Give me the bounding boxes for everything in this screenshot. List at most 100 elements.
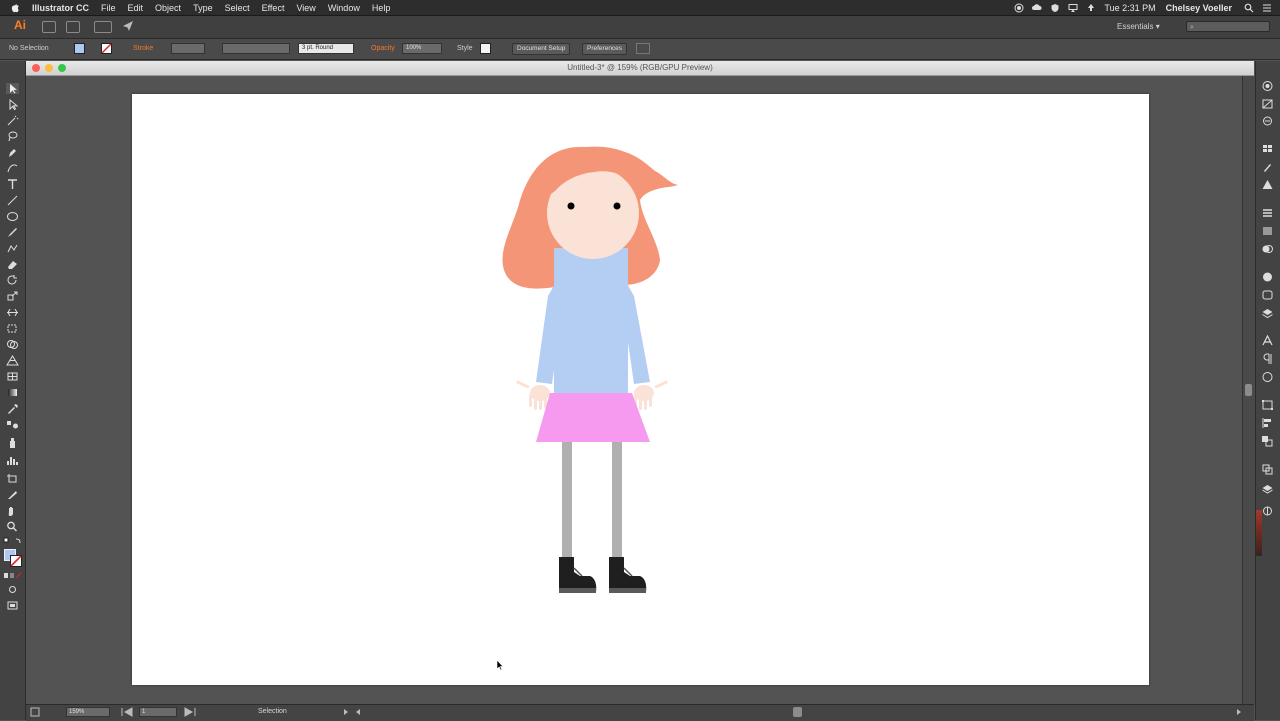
magic-wand-tool-icon[interactable]	[6, 115, 19, 126]
lasso-tool-icon[interactable]	[6, 131, 19, 142]
cc-libraries-icon[interactable]	[1261, 115, 1274, 127]
rotate-tool-icon[interactable]	[6, 275, 19, 286]
pathfinder-panel-icon[interactable]	[1261, 435, 1274, 447]
notification-center-icon[interactable]	[1262, 3, 1272, 13]
gradient-tool-icon[interactable]	[6, 387, 19, 398]
menu-window[interactable]: Window	[328, 3, 360, 13]
menu-app-name[interactable]: Illustrator CC	[32, 3, 89, 13]
stock-icon[interactable]	[66, 21, 80, 33]
type-tool-icon[interactable]	[6, 179, 19, 190]
stroke-weight-field[interactable]	[171, 43, 205, 54]
align-panel-icon[interactable]	[1261, 417, 1274, 429]
default-fill-stroke-icon[interactable]	[3, 537, 23, 545]
workspace-switcher[interactable]: Essentials ▾	[1117, 22, 1160, 31]
upload-icon[interactable]	[1086, 3, 1096, 13]
bridge-icon[interactable]	[42, 21, 56, 33]
previous-artboard-icon[interactable]	[120, 707, 134, 717]
fill-swatch[interactable]	[74, 43, 85, 54]
transform-panel-icon[interactable]	[1261, 399, 1274, 411]
image-trace-panel-icon[interactable]	[1261, 505, 1274, 517]
column-graph-tool-icon[interactable]	[6, 455, 19, 466]
color-panel-icon[interactable]	[1261, 80, 1274, 92]
creative-cloud-icon[interactable]	[1032, 3, 1042, 13]
arrange-documents-icon[interactable]	[94, 21, 112, 33]
menu-effect[interactable]: Effect	[262, 3, 285, 13]
horizontal-scroll-thumb[interactable]	[793, 707, 802, 717]
appearance-panel-icon[interactable]	[1261, 271, 1274, 283]
apple-menu-icon[interactable]	[10, 2, 20, 13]
help-search-input[interactable]: ⌕	[1186, 21, 1270, 32]
menu-select[interactable]: Select	[225, 3, 250, 13]
slice-tool-icon[interactable]	[6, 489, 19, 500]
menu-type[interactable]: Type	[193, 3, 213, 13]
menu-edit[interactable]: Edit	[128, 3, 144, 13]
menu-file[interactable]: File	[101, 3, 116, 13]
blend-tool-icon[interactable]	[6, 419, 19, 430]
symbols-panel-icon[interactable]	[1261, 179, 1274, 191]
paragraph-panel-icon[interactable]	[1261, 353, 1274, 365]
hand-tool-icon[interactable]	[6, 505, 19, 516]
menu-object[interactable]: Object	[155, 3, 181, 13]
free-transform-tool-icon[interactable]	[6, 323, 19, 334]
status-current-tool[interactable]: Selection	[258, 708, 287, 715]
next-artboard-icon[interactable]	[183, 707, 197, 717]
line-segment-tool-icon[interactable]	[6, 195, 19, 206]
gradient-panel-icon[interactable]	[1261, 225, 1274, 237]
swatches-panel-icon[interactable]	[1261, 143, 1274, 155]
artboards-panel-icon[interactable]	[1261, 463, 1274, 475]
shield-icon[interactable]	[1050, 3, 1060, 13]
document-setup-button[interactable]: Document Setup	[512, 43, 571, 55]
align-options-icon[interactable]	[636, 43, 650, 54]
symbol-sprayer-tool-icon[interactable]	[6, 437, 19, 448]
stroke-color-box[interactable]	[10, 555, 22, 567]
eyedropper-tool-icon[interactable]	[6, 403, 19, 414]
curvature-tool-icon[interactable]	[6, 163, 19, 174]
shape-builder-tool-icon[interactable]	[6, 339, 19, 350]
girl-illustration[interactable]	[490, 135, 690, 600]
variable-width-profile[interactable]	[222, 43, 290, 54]
color-ramp-strip[interactable]	[1256, 510, 1262, 556]
width-tool-icon[interactable]	[6, 307, 19, 318]
artboard-number-field[interactable]: 1	[139, 707, 177, 717]
opacity-field[interactable]: 100%	[402, 43, 442, 54]
scroll-left-icon[interactable]	[355, 707, 361, 717]
airplay-icon[interactable]	[1068, 3, 1078, 13]
shaper-tool-icon[interactable]	[6, 243, 19, 254]
scale-tool-icon[interactable]	[6, 291, 19, 302]
status-record-icon[interactable]	[1014, 3, 1024, 13]
graphic-styles-panel-icon[interactable]	[1261, 289, 1274, 301]
stroke-none-swatch[interactable]	[101, 43, 112, 54]
opentype-panel-icon[interactable]	[1261, 371, 1274, 383]
menu-help[interactable]: Help	[372, 3, 391, 13]
mesh-tool-icon[interactable]	[6, 371, 19, 382]
menu-view[interactable]: View	[296, 3, 315, 13]
stroke-label[interactable]: Stroke	[133, 45, 153, 52]
draw-mode-icon[interactable]	[6, 584, 19, 595]
color-guide-icon[interactable]	[1261, 98, 1274, 110]
character-panel-icon[interactable]	[1261, 335, 1274, 347]
selection-tool-icon[interactable]	[6, 83, 19, 94]
perspective-grid-tool-icon[interactable]	[6, 355, 19, 366]
status-menu-arrow-icon[interactable]	[343, 707, 349, 717]
preferences-button[interactable]: Preferences	[582, 43, 628, 55]
eraser-tool-icon[interactable]	[6, 259, 19, 270]
artboard-navigation-icon[interactable]	[30, 707, 40, 717]
asset-export-panel-icon[interactable]	[1261, 484, 1274, 496]
vertical-scroll-thumb[interactable]	[1245, 384, 1252, 396]
graphic-style-swatch[interactable]	[480, 43, 491, 54]
paintbrush-tool-icon[interactable]	[6, 227, 19, 238]
brush-definition[interactable]: 3 pt. Round	[298, 43, 354, 54]
menu-user[interactable]: Chelsey Voeller	[1166, 3, 1232, 13]
artboard-tool-icon[interactable]	[6, 473, 19, 484]
menu-clock[interactable]: Tue 2:31 PM	[1104, 3, 1155, 13]
pen-tool-icon[interactable]	[6, 147, 19, 158]
direct-selection-tool-icon[interactable]	[6, 99, 19, 110]
color-mode-icons[interactable]	[3, 572, 23, 579]
brushes-panel-icon[interactable]	[1261, 161, 1274, 173]
stroke-panel-icon[interactable]	[1261, 207, 1274, 219]
zoom-tool-icon[interactable]	[6, 521, 19, 532]
screen-mode-icon[interactable]	[6, 600, 19, 611]
scroll-right-icon[interactable]	[1236, 707, 1242, 717]
send-icon[interactable]	[122, 20, 134, 32]
spotlight-search-icon[interactable]	[1244, 3, 1254, 13]
